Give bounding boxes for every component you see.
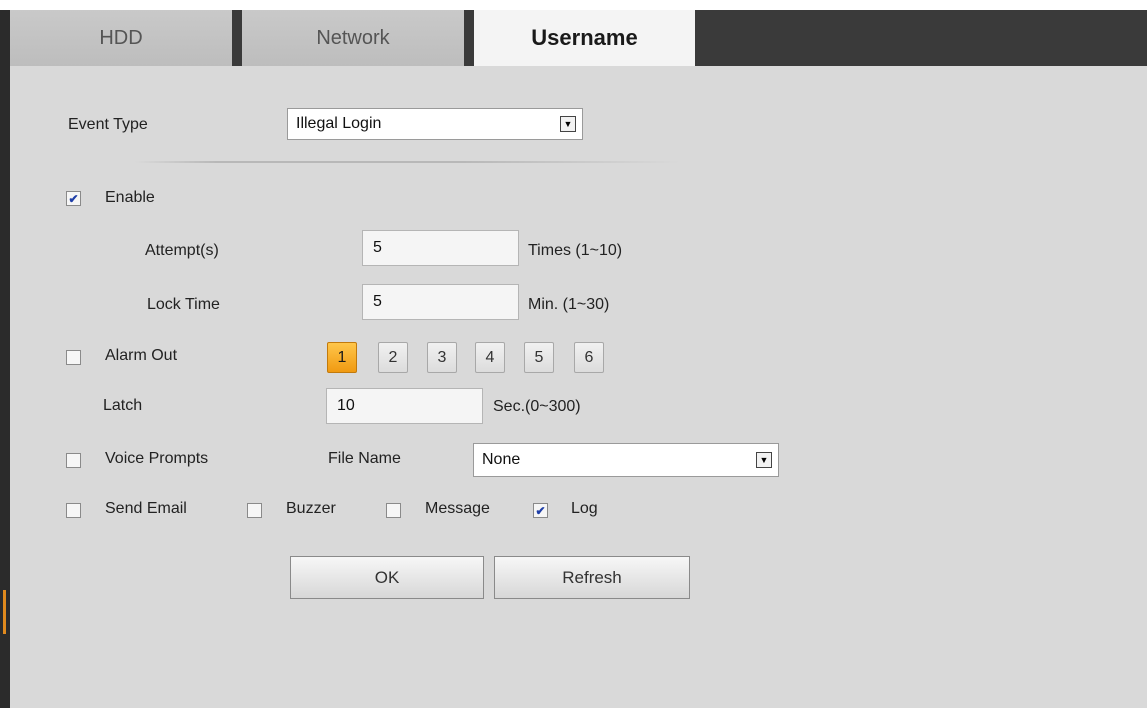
alarm-channel-label: 3: [437, 348, 447, 366]
tab-hdd-label: HDD: [99, 26, 143, 49]
section-divider: [135, 161, 680, 163]
refresh-button[interactable]: Refresh: [494, 556, 690, 599]
lock-time-input[interactable]: [362, 284, 519, 320]
file-name-select[interactable]: None ▼: [473, 443, 779, 477]
buzzer-label: Buzzer: [286, 500, 336, 517]
attempts-unit: Times (1~10): [528, 242, 623, 259]
file-name-label: File Name: [328, 450, 401, 467]
log-checkbox[interactable]: ✔: [533, 503, 548, 518]
alarm-channel-label: 5: [534, 348, 544, 366]
dropdown-arrow-icon[interactable]: ▼: [756, 452, 772, 468]
alarm-channel-label: 6: [584, 348, 594, 366]
attempts-label: Attempt(s): [145, 242, 219, 259]
alarm-channel-label: 2: [388, 348, 398, 366]
alarm-channel-4-button[interactable]: 4: [475, 342, 505, 373]
refresh-button-label: Refresh: [562, 567, 622, 587]
settings-panel: Event Type Illegal Login ▼ ✔ Enable Atte…: [10, 66, 1147, 708]
send-email-label: Send Email: [105, 500, 187, 517]
checkmark-icon: ✔: [68, 191, 79, 206]
checkmark-icon: ✔: [535, 503, 546, 518]
voice-prompts-label: Voice Prompts: [105, 450, 209, 467]
alarm-channel-label: 4: [485, 348, 495, 366]
attempts-input[interactable]: [362, 230, 519, 266]
left-accent-marker: [3, 590, 6, 634]
alarm-channel-3-button[interactable]: 3: [427, 342, 457, 373]
enable-checkbox[interactable]: ✔: [66, 191, 81, 206]
alarm-out-checkbox[interactable]: [66, 350, 81, 365]
alarm-channel-2-button[interactable]: 2: [378, 342, 408, 373]
send-email-checkbox[interactable]: [66, 503, 81, 518]
tab-bar: HDD Network Username: [10, 10, 1147, 66]
enable-label: Enable: [105, 189, 155, 206]
lock-time-unit: Min. (1~30): [528, 296, 610, 313]
event-type-value: Illegal Login: [296, 115, 382, 132]
latch-unit: Sec.(0~300): [493, 398, 581, 415]
tab-network-label: Network: [316, 26, 390, 49]
ok-button[interactable]: OK: [290, 556, 484, 599]
message-label: Message: [425, 500, 490, 517]
alarm-out-label: Alarm Out: [105, 347, 178, 364]
alarm-channel-1-button[interactable]: 1: [327, 342, 357, 373]
voice-prompts-checkbox[interactable]: [66, 453, 81, 468]
lock-time-label: Lock Time: [147, 296, 220, 313]
event-type-label: Event Type: [68, 116, 148, 133]
event-type-select[interactable]: Illegal Login ▼: [287, 108, 583, 140]
alarm-channel-5-button[interactable]: 5: [524, 342, 554, 373]
file-name-value: None: [482, 451, 521, 468]
tab-username-label: Username: [531, 25, 638, 50]
log-label: Log: [571, 500, 598, 517]
alarm-channel-label: 1: [337, 348, 347, 366]
latch-input[interactable]: [326, 388, 483, 424]
alarm-channel-6-button[interactable]: 6: [574, 342, 604, 373]
buzzer-checkbox[interactable]: [247, 503, 262, 518]
latch-label: Latch: [103, 397, 143, 414]
dropdown-arrow-icon[interactable]: ▼: [560, 116, 576, 132]
tab-network[interactable]: Network: [242, 10, 464, 66]
tab-username[interactable]: Username: [474, 10, 695, 66]
tab-hdd[interactable]: HDD: [10, 10, 232, 66]
ok-button-label: OK: [374, 567, 400, 587]
message-checkbox[interactable]: [386, 503, 401, 518]
